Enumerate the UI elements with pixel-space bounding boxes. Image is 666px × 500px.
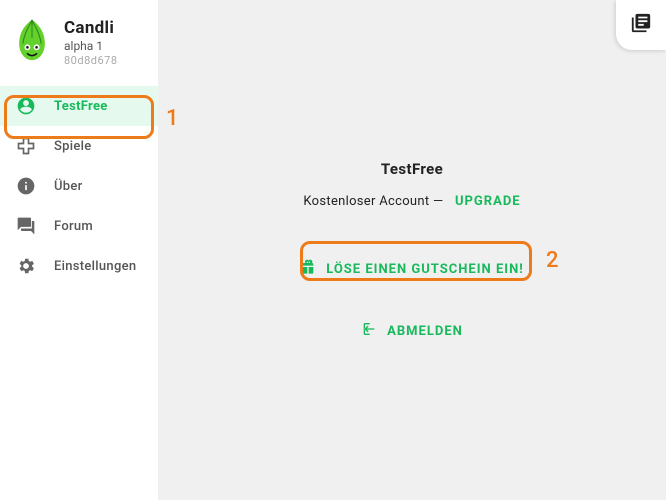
sidebar-item-about[interactable]: Über [0, 166, 158, 206]
app-logo-icon [10, 18, 54, 62]
sidebar-item-label: Spiele [54, 139, 92, 154]
account-type-label: Kostenloser Account [303, 194, 429, 209]
account-icon [16, 96, 36, 116]
sidebar-item-forum[interactable]: Forum [0, 206, 158, 246]
settings-icon [16, 256, 36, 276]
logout-button[interactable]: ABMELDEN [361, 321, 463, 341]
sidebar-item-games[interactable]: Spiele [0, 126, 158, 166]
games-icon [16, 136, 36, 156]
sidebar-item-settings[interactable]: Einstellungen [0, 246, 158, 286]
info-icon [16, 176, 36, 196]
dash: — [433, 194, 443, 209]
logout-label: ABMELDEN [387, 324, 463, 339]
brand-text: Candli alpha 1 80d8d678 [64, 18, 118, 68]
sidebar: Candli alpha 1 80d8d678 TestFree Spiele … [0, 0, 158, 500]
sidebar-item-label: TestFree [54, 99, 108, 114]
sidebar-item-label: Forum [54, 219, 93, 234]
brand-name: Candli [64, 18, 118, 39]
gift-icon [300, 259, 316, 279]
upgrade-link[interactable]: UPGRADE [455, 194, 521, 209]
brand-version: alpha 1 [64, 39, 118, 54]
main-content: TestFree Kostenloser Account — UPGRADE L… [158, 0, 666, 500]
account-line: Kostenloser Account — UPGRADE [303, 194, 520, 209]
logout-icon [361, 321, 377, 341]
sidebar-item-label: Einstellungen [54, 259, 136, 274]
sidebar-item-account[interactable]: TestFree [0, 86, 158, 126]
redeem-label: LÖSE EINEN GUTSCHEIN EIN! [326, 262, 524, 277]
library-icon [630, 12, 652, 38]
sidebar-nav: TestFree Spiele Über Forum Einstellungen [0, 82, 158, 286]
sidebar-item-label: Über [54, 179, 83, 194]
redeem-voucher-button[interactable]: LÖSE EINEN GUTSCHEIN EIN! [288, 251, 536, 287]
forum-icon [16, 216, 36, 236]
profile-username: TestFree [381, 160, 443, 178]
brand-hash: 80d8d678 [64, 54, 118, 68]
corner-library-button[interactable] [616, 0, 666, 50]
brand-block: Candli alpha 1 80d8d678 [0, 8, 158, 82]
